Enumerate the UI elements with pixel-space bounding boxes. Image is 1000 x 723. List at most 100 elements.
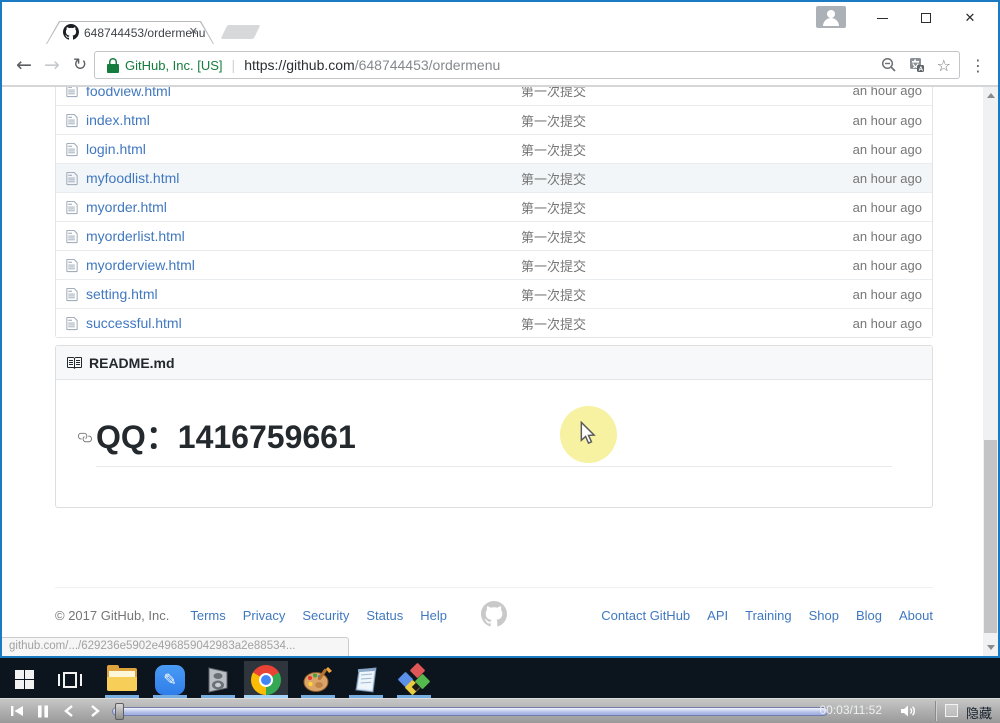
url-text[interactable]: https://github.com/648744453/ordermenu (244, 57, 500, 73)
hide-label: 隐藏 (966, 703, 992, 722)
back-button[interactable]: ← (10, 51, 38, 79)
taskbar-file-explorer[interactable] (100, 661, 144, 698)
taskbar-volume-app[interactable] (196, 661, 240, 698)
file-name-cell: foodview.html (56, 87, 521, 99)
footer-link[interactable]: About (899, 608, 933, 623)
footer-link[interactable]: API (707, 608, 728, 623)
footer-link[interactable]: Shop (809, 608, 839, 623)
taskbar-notes-app[interactable]: ✎ (148, 661, 192, 698)
commit-message[interactable]: 第一次提交 (521, 227, 804, 246)
commit-message[interactable]: 第一次提交 (521, 140, 804, 159)
file-updated-time: an hour ago (804, 171, 932, 186)
file-updated-time: an hour ago (804, 316, 932, 331)
footer-link[interactable]: Contact GitHub (601, 608, 690, 623)
file-icon (66, 87, 78, 98)
table-row[interactable]: index.html 第一次提交 an hour ago (56, 105, 932, 134)
commit-message[interactable]: 第一次提交 (521, 285, 804, 304)
file-link[interactable]: foodview.html (86, 87, 171, 99)
taskbar-notepad[interactable] (344, 661, 388, 698)
footer-octocat-icon[interactable] (481, 601, 507, 627)
table-row[interactable]: myorder.html 第一次提交 an hour ago (56, 192, 932, 221)
table-row[interactable]: login.html 第一次提交 an hour ago (56, 134, 932, 163)
volume-icon (900, 704, 917, 718)
vertical-scrollbar[interactable] (983, 87, 998, 656)
seek-slider[interactable] (112, 707, 828, 716)
commit-message[interactable]: 第一次提交 (521, 256, 804, 275)
file-link[interactable]: myorderlist.html (86, 228, 185, 244)
file-link[interactable]: login.html (86, 141, 146, 157)
reload-button[interactable]: ↻ (66, 51, 94, 79)
footer-link[interactable]: Blog (856, 608, 882, 623)
table-row[interactable]: successful.html 第一次提交 an hour ago (56, 308, 932, 337)
translate-icon[interactable] (909, 57, 925, 73)
avatar-body (823, 18, 839, 26)
avatar-head (827, 10, 835, 18)
address-bar[interactable]: GitHub, Inc. [US] | https://github.com/6… (94, 51, 960, 79)
security-label[interactable]: GitHub, Inc. [US] (125, 58, 223, 73)
readme-filename[interactable]: README.md (89, 355, 175, 371)
file-link[interactable]: index.html (86, 112, 150, 128)
commit-message[interactable]: 第一次提交 (521, 198, 804, 217)
step-back-button[interactable] (58, 699, 80, 723)
zoom-out-icon[interactable] (881, 57, 897, 73)
table-row[interactable]: setting.html 第一次提交 an hour ago (56, 279, 932, 308)
taskbar-screen-recorder[interactable] (392, 661, 436, 698)
table-row[interactable]: myorderview.html 第一次提交 an hour ago (56, 250, 932, 279)
bookmark-star-icon[interactable]: ☆ (937, 56, 951, 75)
task-view-button[interactable] (48, 661, 92, 698)
browser-window: 648744453/ordermenu ✕ ✕ ← → ↻ (0, 0, 1000, 658)
pause-button[interactable] (32, 699, 54, 723)
table-row[interactable]: foodview.html 第一次提交 an hour ago (56, 87, 932, 105)
file-icon (66, 229, 78, 244)
step-forward-button[interactable] (84, 699, 106, 723)
chrome-icon (251, 665, 281, 695)
commit-message[interactable]: 第一次提交 (521, 169, 804, 188)
file-icon (66, 287, 78, 302)
footer-link[interactable]: Privacy (243, 608, 286, 623)
scrollbar-thumb[interactable] (984, 440, 997, 633)
table-row[interactable]: myorderlist.html 第一次提交 an hour ago (56, 221, 932, 250)
maximize-icon (921, 13, 931, 23)
volume-button[interactable] (896, 699, 920, 723)
footer-link[interactable]: Training (745, 608, 791, 623)
scroll-up-icon[interactable] (987, 93, 995, 98)
tab-close-icon[interactable]: ✕ (189, 25, 198, 38)
footer-link[interactable]: Status (366, 608, 403, 623)
commit-message[interactable]: 第一次提交 (521, 87, 804, 100)
minimize-button[interactable] (860, 4, 904, 32)
profile-avatar-button[interactable] (816, 6, 846, 28)
taskbar-chrome[interactable] (244, 661, 288, 698)
file-link[interactable]: myorder.html (86, 199, 167, 215)
file-link[interactable]: setting.html (86, 286, 158, 302)
hide-checkbox[interactable] (945, 704, 958, 717)
commit-message[interactable]: 第一次提交 (521, 111, 804, 130)
maximize-button[interactable] (904, 4, 948, 32)
file-updated-time: an hour ago (804, 87, 932, 98)
file-updated-time: an hour ago (804, 229, 932, 244)
skip-to-start-button[interactable] (6, 699, 28, 723)
mouse-cursor-icon (579, 421, 597, 445)
anchor-link-icon[interactable] (77, 430, 92, 445)
close-button[interactable]: ✕ (948, 4, 992, 32)
file-link[interactable]: myorderview.html (86, 257, 195, 273)
chrome-menu-icon[interactable]: ⋮ (966, 52, 990, 78)
notepad-icon (352, 666, 380, 694)
new-tab-button[interactable] (221, 25, 261, 39)
browser-tab[interactable]: 648744453/ordermenu ✕ (46, 21, 214, 44)
forward-button[interactable]: → (38, 51, 66, 79)
footer-link[interactable]: Security (302, 608, 349, 623)
copyright-text: © 2017 GitHub, Inc. (55, 608, 169, 623)
table-row[interactable]: myfoodlist.html 第一次提交 an hour ago (56, 163, 932, 192)
seek-slider-handle[interactable] (115, 703, 124, 720)
file-link[interactable]: myfoodlist.html (86, 170, 179, 186)
start-button[interactable] (2, 661, 46, 698)
file-updated-time: an hour ago (804, 113, 932, 128)
footer-link[interactable]: Terms (190, 608, 225, 623)
taskbar-paint[interactable] (296, 661, 340, 698)
commit-message[interactable]: 第一次提交 (521, 314, 804, 333)
window-controls: ✕ (816, 2, 992, 34)
footer-link[interactable]: Help (420, 608, 447, 623)
scroll-down-icon[interactable] (987, 645, 995, 650)
close-icon: ✕ (965, 10, 976, 26)
file-link[interactable]: successful.html (86, 315, 182, 331)
